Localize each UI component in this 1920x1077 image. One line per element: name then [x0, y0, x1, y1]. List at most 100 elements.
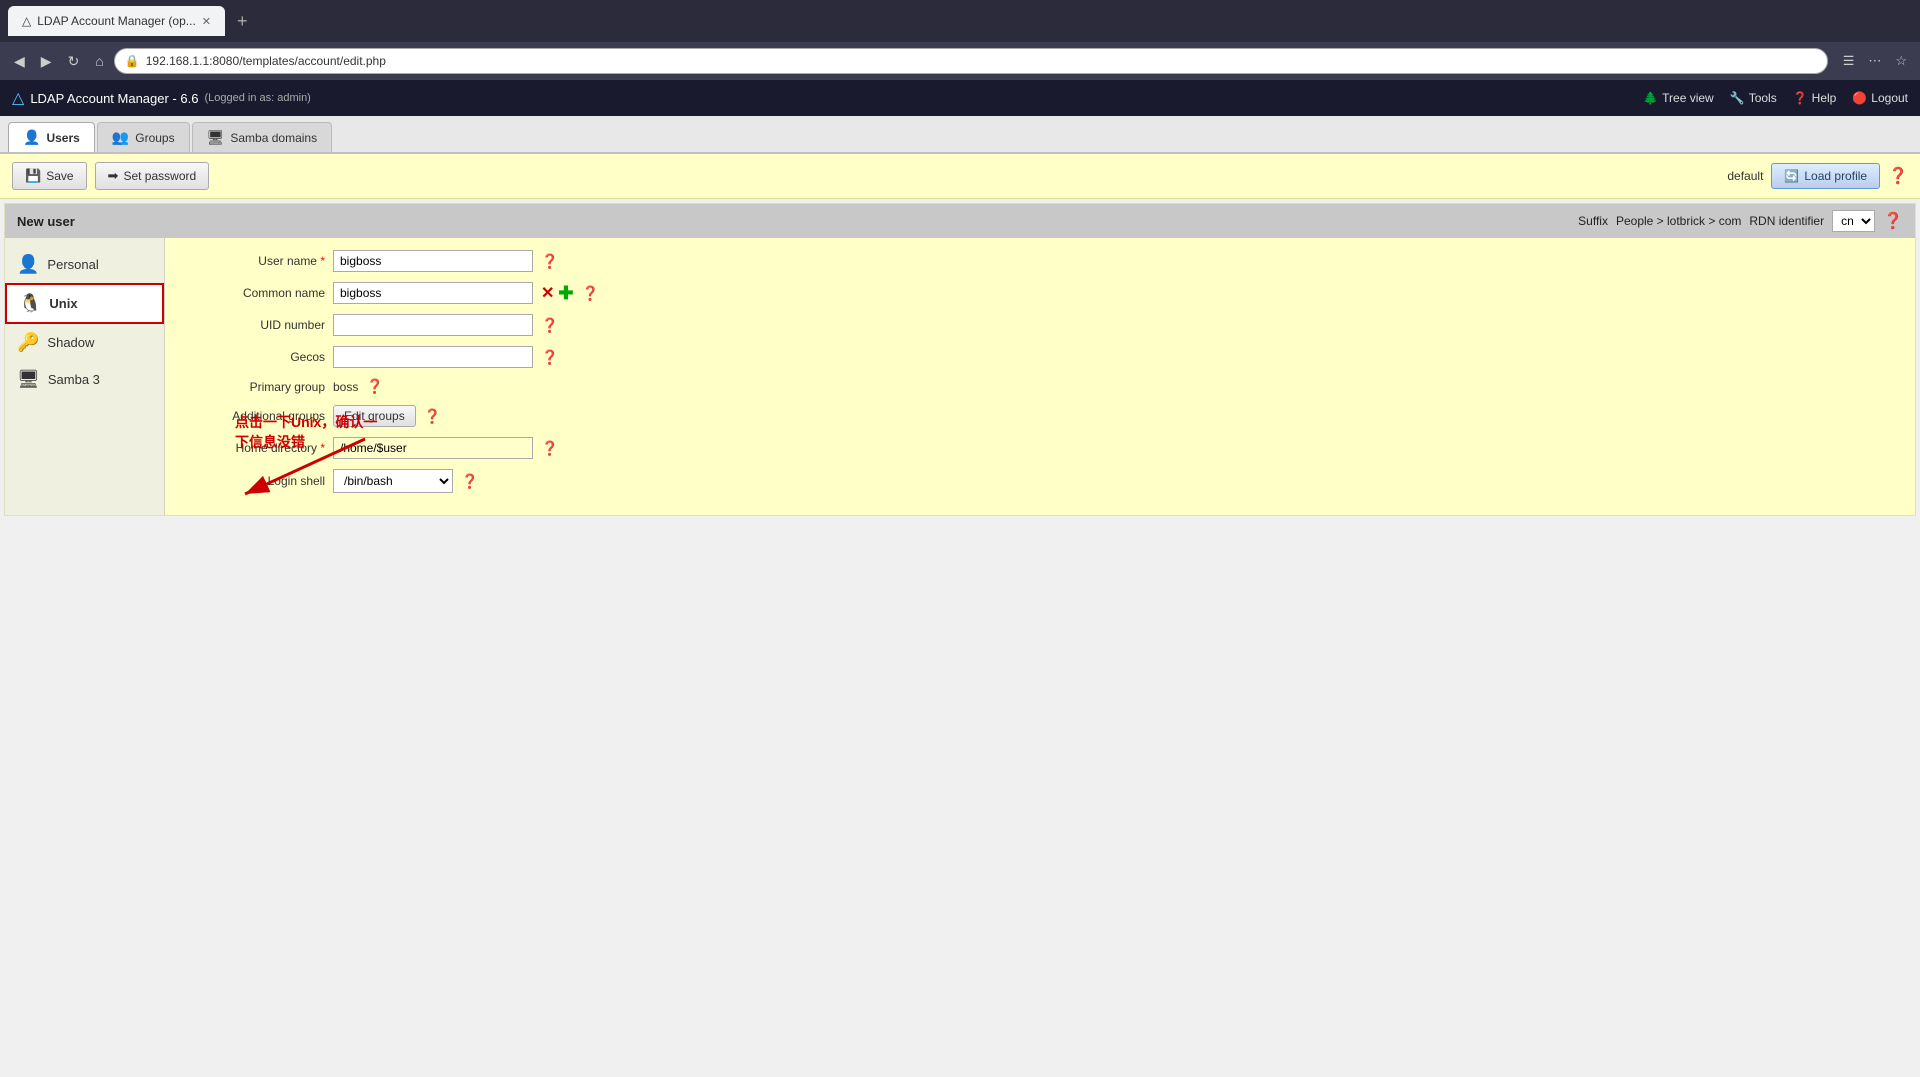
- app-header: △ LDAP Account Manager - 6.6 (Logged in …: [0, 80, 1920, 116]
- sidebar-item-unix[interactable]: 🐧 Unix: [5, 283, 164, 324]
- set-password-label: Set password: [123, 169, 196, 183]
- tab-favicon: △: [22, 14, 31, 28]
- secure-icon: 🔒: [125, 54, 140, 68]
- content-panel: New user 点击一下Unix，确认一下信息没错 Suffix Pe: [4, 203, 1916, 516]
- common-name-remove-button[interactable]: ✕: [541, 283, 554, 303]
- tab-groups[interactable]: 👥 Groups: [97, 122, 190, 152]
- app-title: △ LDAP Account Manager - 6.6 (Logged in …: [12, 88, 311, 108]
- url-text: 192.168.1.1:8080/templates/account/edit.…: [146, 54, 386, 68]
- load-profile-button[interactable]: 🔄 Load profile: [1771, 163, 1880, 189]
- unix-label: Unix: [49, 296, 77, 311]
- new-tab-button[interactable]: +: [233, 11, 252, 32]
- toolbar-help-icon[interactable]: ❓: [1888, 166, 1908, 186]
- panel-header-right: Suffix People > lotbrick > com RDN ident…: [1578, 210, 1903, 232]
- shadow-icon: 🔑: [17, 332, 39, 353]
- samba-tab-icon: 🖥: [207, 129, 225, 146]
- suffix-label: Suffix: [1578, 214, 1608, 228]
- username-input[interactable]: [333, 250, 533, 272]
- common-name-help-icon[interactable]: ❓: [582, 285, 599, 302]
- common-name-label: Common name: [185, 286, 325, 300]
- rdn-help-icon[interactable]: ❓: [1883, 211, 1903, 231]
- personal-icon: 👤: [17, 254, 39, 275]
- browser-chrome: △ LDAP Account Manager (op... ✕ +: [0, 0, 1920, 42]
- personal-label: Personal: [47, 257, 98, 272]
- primary-group-help-icon[interactable]: ❓: [366, 378, 383, 395]
- toolbar-left: 💾 Save ➡ Set password: [12, 162, 209, 190]
- username-label: User name *: [185, 254, 325, 268]
- tab-bar: 👤 Users 👥 Groups 🖥 Samba domains: [0, 116, 1920, 154]
- gecos-label: Gecos: [185, 350, 325, 364]
- tree-view-nav[interactable]: 🌲 Tree view: [1643, 91, 1714, 105]
- gecos-input[interactable]: [333, 346, 533, 368]
- back-button[interactable]: ◀: [8, 49, 31, 74]
- sidebar-item-shadow[interactable]: 🔑 Shadow: [5, 324, 164, 361]
- refresh-button[interactable]: ↻: [62, 49, 86, 74]
- tab-samba[interactable]: 🖥 Samba domains: [192, 122, 333, 152]
- set-password-button[interactable]: ➡ Set password: [95, 162, 210, 190]
- home-directory-label: Home directory *: [185, 441, 325, 455]
- panel-body: 👤 Personal 🐧 Unix 🔑 Shadow 🖥 Samba 3: [5, 238, 1915, 515]
- additional-groups-label: Additional groups: [185, 409, 325, 423]
- set-password-icon: ➡: [108, 168, 119, 184]
- tab-users[interactable]: 👤 Users: [8, 122, 95, 152]
- groups-tab-icon: 👥: [112, 129, 129, 146]
- unix-icon: 🐧: [19, 293, 41, 314]
- login-shell-help-icon[interactable]: ❓: [461, 473, 478, 490]
- panel-title: New user: [17, 214, 75, 229]
- forward-button[interactable]: ▶: [35, 49, 58, 74]
- browser-nav: ◀ ▶ ↻ ⌂ 🔒 192.168.1.1:8080/templates/acc…: [0, 42, 1920, 80]
- uid-number-help-icon[interactable]: ❓: [541, 317, 558, 334]
- rdn-identifier-label: RDN identifier: [1749, 214, 1824, 228]
- sidebar-item-samba3[interactable]: 🖥 Samba 3: [5, 361, 164, 398]
- app-nav: 🌲 Tree view 🔧 Tools ❓ Help 🔴 Logout: [1643, 91, 1908, 105]
- sidebar-item-personal[interactable]: 👤 Personal: [5, 246, 164, 283]
- username-row: User name * ❓: [185, 250, 1895, 272]
- login-shell-select[interactable]: /bin/bash /bin/sh /bin/zsh /sbin/nologin: [333, 469, 453, 493]
- tab-close-button[interactable]: ✕: [202, 15, 211, 28]
- primary-group-label: Primary group: [185, 380, 325, 394]
- help-nav[interactable]: ❓ Help: [1793, 91, 1837, 105]
- uid-number-input[interactable]: [333, 314, 533, 336]
- main-area: 👤 Users 👥 Groups 🖥 Samba domains 💾 Save …: [0, 116, 1920, 1077]
- bookmarks-icon[interactable]: ☰: [1838, 50, 1860, 72]
- save-button[interactable]: 💾 Save: [12, 162, 87, 190]
- home-directory-help-icon[interactable]: ❓: [541, 440, 558, 457]
- app-logo: △: [12, 88, 24, 108]
- app-name: LDAP Account Manager - 6.6: [30, 91, 198, 106]
- tab-title: LDAP Account Manager (op...: [37, 14, 196, 28]
- nav-icons: ☰ ⋯ ☆: [1838, 50, 1912, 72]
- save-icon: 💾: [25, 168, 41, 184]
- logout-nav[interactable]: 🔴 Logout: [1852, 91, 1908, 105]
- common-name-add-button[interactable]: ✚: [558, 283, 573, 304]
- primary-group-row: Primary group boss ❓: [185, 378, 1895, 395]
- common-name-actions: ✕ ✚: [541, 283, 574, 304]
- login-shell-label: Login shell: [185, 474, 325, 488]
- profile-label: default: [1727, 169, 1763, 183]
- toolbar: 💾 Save ➡ Set password default 🔄 Load pro…: [0, 154, 1920, 199]
- home-button[interactable]: ⌂: [89, 49, 109, 73]
- login-shell-row: Login shell /bin/bash /bin/sh /bin/zsh /…: [185, 469, 1895, 493]
- common-name-input[interactable]: [333, 282, 533, 304]
- home-directory-row: Home directory * ❓: [185, 437, 1895, 459]
- sidebar: 👤 Personal 🐧 Unix 🔑 Shadow 🖥 Samba 3: [5, 238, 165, 515]
- star-icon[interactable]: ☆: [1890, 50, 1912, 72]
- gecos-help-icon[interactable]: ❓: [541, 349, 558, 366]
- uid-number-label: UID number: [185, 318, 325, 332]
- rdn-identifier-select[interactable]: cn: [1832, 210, 1875, 232]
- additional-groups-row: Additional groups Edit groups ❓: [185, 405, 1895, 427]
- username-help-icon[interactable]: ❓: [541, 253, 558, 270]
- home-directory-input[interactable]: [333, 437, 533, 459]
- additional-groups-help-icon[interactable]: ❓: [424, 408, 441, 425]
- username-required: *: [320, 254, 325, 268]
- users-tab-label: Users: [46, 131, 79, 145]
- tools-nav[interactable]: 🔧 Tools: [1730, 91, 1777, 105]
- load-profile-icon: 🔄: [1784, 169, 1799, 183]
- browser-tab[interactable]: △ LDAP Account Manager (op... ✕: [8, 6, 225, 36]
- primary-group-value: boss: [333, 380, 358, 394]
- extensions-icon[interactable]: ⋯: [1863, 50, 1886, 72]
- edit-groups-button[interactable]: Edit groups: [333, 405, 416, 427]
- gecos-row: Gecos ❓: [185, 346, 1895, 368]
- address-bar[interactable]: 🔒 192.168.1.1:8080/templates/account/edi…: [114, 48, 1828, 74]
- form-area: User name * ❓ Common name ✕ ✚ ❓: [165, 238, 1915, 515]
- toolbar-right: default 🔄 Load profile ❓: [1727, 163, 1908, 189]
